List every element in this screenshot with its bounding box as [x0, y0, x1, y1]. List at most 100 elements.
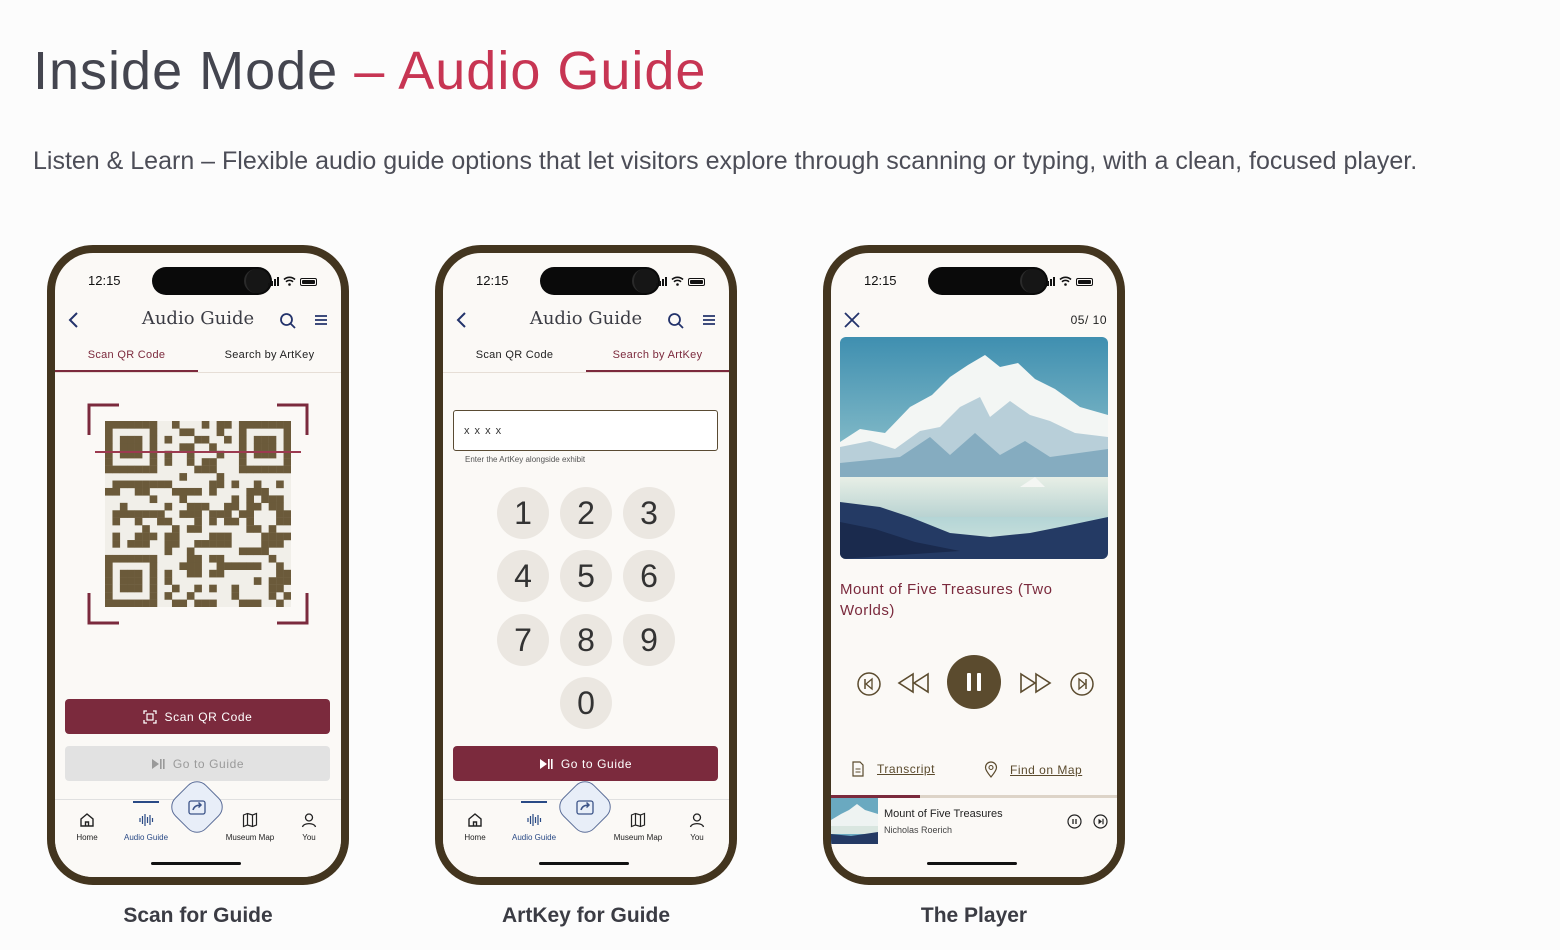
qr-module	[119, 577, 128, 585]
qr-module	[127, 599, 135, 608]
qr-module	[238, 435, 247, 444]
tab-scan-qr[interactable]: Scan QR Code	[443, 345, 586, 372]
status-time: 12:15	[864, 273, 897, 288]
qr-module	[142, 480, 150, 489]
qr-module	[164, 532, 173, 541]
qr-module	[238, 599, 247, 608]
qr-module	[231, 592, 240, 600]
qr-module	[179, 443, 188, 451]
qr-module	[134, 443, 143, 451]
qr-module	[283, 510, 292, 518]
qr-module	[261, 465, 269, 474]
qr-module	[261, 532, 269, 541]
tab-search-artkey[interactable]: Search by ArtKey	[198, 345, 341, 372]
mini-pause-icon[interactable]	[1067, 814, 1082, 829]
qr-module	[194, 599, 202, 608]
tab-map-label: Museum Map	[225, 833, 275, 842]
tab-audio-guide[interactable]: Audio Guide	[499, 801, 569, 842]
qr-module	[224, 540, 232, 548]
qr-module	[186, 547, 195, 556]
go-to-guide-button[interactable]: Go to Guide	[65, 746, 330, 781]
qr-module	[224, 517, 232, 526]
user-icon	[689, 813, 705, 828]
qr-module	[231, 495, 240, 504]
scan-qr-button[interactable]: Scan QR Code	[65, 699, 330, 734]
dynamic-island	[540, 267, 660, 295]
key-9[interactable]: 9	[623, 614, 675, 666]
qr-module	[194, 569, 202, 578]
qr-module	[134, 569, 143, 578]
qr-module	[246, 517, 254, 526]
skip-next-icon[interactable]	[1069, 671, 1095, 697]
key-8[interactable]: 8	[560, 614, 612, 666]
mini-player[interactable]: Mount of Five Treasures Nicholas Roerich	[831, 795, 1117, 877]
tab-search-artkey[interactable]: Search by ArtKey	[586, 345, 729, 372]
mini-skip-next-icon[interactable]	[1093, 814, 1108, 829]
bottom-tab-bar: Home Audio Guide Museum Map You	[443, 775, 729, 877]
menu-icon[interactable]	[313, 313, 329, 327]
qr-module	[283, 592, 292, 600]
qr-module	[112, 554, 121, 563]
wifi-icon	[1059, 276, 1072, 286]
qr-module	[134, 487, 143, 496]
qr-module	[105, 458, 113, 466]
fast-forward-icon[interactable]	[1019, 671, 1053, 695]
qr-module	[134, 421, 143, 429]
qr-module	[283, 465, 292, 474]
qr-module	[268, 584, 277, 593]
menu-icon[interactable]	[701, 313, 717, 327]
qr-module	[119, 465, 128, 474]
search-icon[interactable]	[667, 312, 685, 330]
qr-module	[246, 562, 254, 570]
tab-audio-guide[interactable]: Audio Guide	[111, 801, 181, 842]
rewind-icon[interactable]	[896, 671, 930, 695]
qr-module	[112, 465, 121, 474]
qr-module	[149, 569, 158, 578]
key-1[interactable]: 1	[497, 487, 549, 539]
qr-module	[268, 577, 277, 585]
qr-module	[142, 554, 150, 563]
qr-module	[246, 547, 254, 556]
player-controls	[851, 655, 1101, 711]
qr-module	[261, 495, 269, 504]
key-3[interactable]: 3	[623, 487, 675, 539]
key-6[interactable]: 6	[623, 550, 675, 602]
qr-module	[179, 428, 188, 437]
play-pause-icon	[539, 758, 553, 769]
go-to-guide-label: Go to Guide	[172, 756, 245, 771]
find-on-map-link[interactable]: Find on Map	[984, 761, 1082, 778]
qr-module	[224, 421, 232, 429]
home-indicator	[539, 862, 629, 865]
tab-you[interactable]: You	[662, 812, 729, 842]
go-to-guide-button[interactable]: Go to Guide	[453, 746, 718, 781]
qr-module	[127, 584, 135, 593]
qr-module	[194, 584, 202, 593]
map-icon	[630, 812, 646, 828]
key-0[interactable]: 0	[560, 677, 612, 729]
qr-module	[105, 435, 113, 444]
close-icon[interactable]	[843, 311, 861, 329]
artkey-input[interactable]: x x x x	[453, 410, 718, 451]
share-arrow-icon	[188, 800, 206, 815]
battery-icon	[300, 278, 317, 286]
battery-icon	[688, 278, 705, 286]
transcript-link[interactable]: Transcript	[851, 761, 935, 777]
key-4[interactable]: 4	[497, 550, 549, 602]
key-5[interactable]: 5	[560, 550, 612, 602]
qr-module	[231, 502, 240, 511]
search-icon[interactable]	[279, 312, 297, 330]
qr-module	[224, 532, 232, 541]
qr-module	[149, 577, 158, 585]
tab-you[interactable]: You	[274, 812, 341, 842]
qr-module	[171, 540, 180, 548]
pause-button[interactable]	[947, 655, 1001, 709]
skip-previous-icon[interactable]	[856, 671, 882, 697]
go-to-guide-label: Go to Guide	[560, 756, 633, 771]
tab-home-label: Home	[464, 833, 486, 842]
key-7[interactable]: 7	[497, 614, 549, 666]
key-2[interactable]: 2	[560, 487, 612, 539]
tab-scan-qr[interactable]: Scan QR Code	[55, 345, 198, 372]
qr-module	[246, 502, 254, 511]
audio-wave-icon	[139, 814, 154, 826]
qr-module	[283, 577, 292, 585]
